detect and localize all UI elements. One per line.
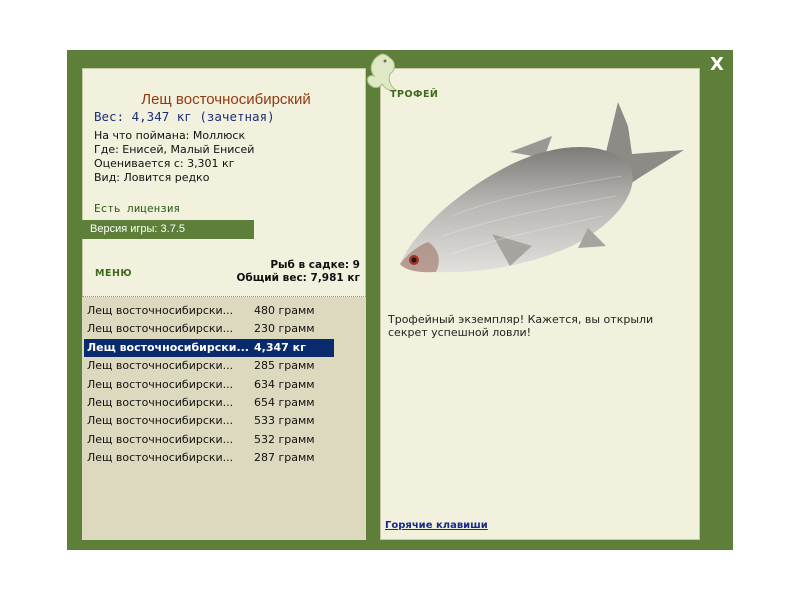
catch-name: Лещ восточносибирски... (87, 414, 234, 428)
catch-weight: 4,347 кг (254, 340, 306, 354)
trophy-description: Трофейный экземпляр! Кажется, вы открыли… (388, 313, 654, 339)
catch-list-row[interactable]: Лещ восточносибирски... 533 грамм (84, 412, 334, 430)
catch-list-row[interactable]: Лещ восточносибирски... 654 грамм (84, 394, 334, 412)
panel-separator (82, 296, 366, 297)
catch-name: Лещ восточносибирски... (87, 377, 234, 391)
catch-list-row[interactable]: Лещ восточносибирски... 480 грамм (84, 302, 334, 320)
hotkeys-link[interactable]: Горячие клавиши (385, 520, 488, 531)
catch-name: Лещ восточносибирски... (87, 340, 249, 354)
license-status: Есть лицензия (94, 202, 181, 215)
catch-name: Лещ восточносибирски... (87, 322, 234, 336)
catch-list-row[interactable]: Лещ восточносибирски... 285 грамм (84, 357, 334, 375)
bait-info: На что поймана: Моллюск (94, 129, 246, 142)
catch-weight: 287 грамм (254, 451, 315, 465)
catch-weight: 634 грамм (254, 377, 315, 391)
catch-weight: 654 грамм (254, 396, 315, 409)
catch-list-row[interactable]: Лещ восточносибирски... 230 грамм (84, 320, 334, 338)
catch-list-row[interactable]: Лещ восточносибирски... 532 грамм (84, 431, 334, 449)
catch-weight: 532 грамм (254, 432, 315, 446)
catch-name: Лещ восточносибирски... (87, 359, 234, 373)
menu-button[interactable]: МЕНЮ (95, 268, 132, 279)
keepnet-count: Рыб в садке: 9 (270, 259, 360, 271)
location-info: Где: Енисей, Малый Енисей (94, 143, 255, 156)
rarity-info: Вид: Ловится редко (94, 171, 210, 184)
fish-weight: Вес: 4,347 кг (зачетная) (94, 109, 275, 124)
bream-fish-image (400, 102, 684, 273)
catch-weight: 480 грамм (254, 304, 315, 317)
fish-title: Лещ восточносибирский (141, 91, 311, 108)
catch-name: Лещ восточносибирски... (87, 451, 234, 465)
keepnet-total-weight: Общий вес: 7,981 кг (236, 272, 360, 284)
valued-from-info: Оценивается с: 3,301 кг (94, 157, 235, 170)
catch-list-row-selected[interactable]: Лещ восточносибирски... 4,347 кг (84, 338, 334, 357)
game-version: Версия игры: 3.7.5 (90, 223, 185, 235)
catch-weight: 230 грамм (254, 322, 315, 336)
panel-divider (367, 68, 376, 540)
close-icon[interactable]: X (705, 54, 729, 76)
catch-list-row[interactable]: Лещ восточносибирски... 634 грамм (84, 376, 334, 394)
catch-name: Лещ восточносибирски... (87, 396, 234, 409)
catch-weight: 533 грамм (254, 414, 315, 428)
catch-weight: 285 грамм (254, 359, 315, 373)
catch-name: Лещ восточносибирски... (87, 432, 234, 446)
catch-list-row[interactable]: Лещ восточносибирски... 287 грамм (84, 449, 334, 467)
catch-name: Лещ восточносибирски... (87, 304, 234, 317)
